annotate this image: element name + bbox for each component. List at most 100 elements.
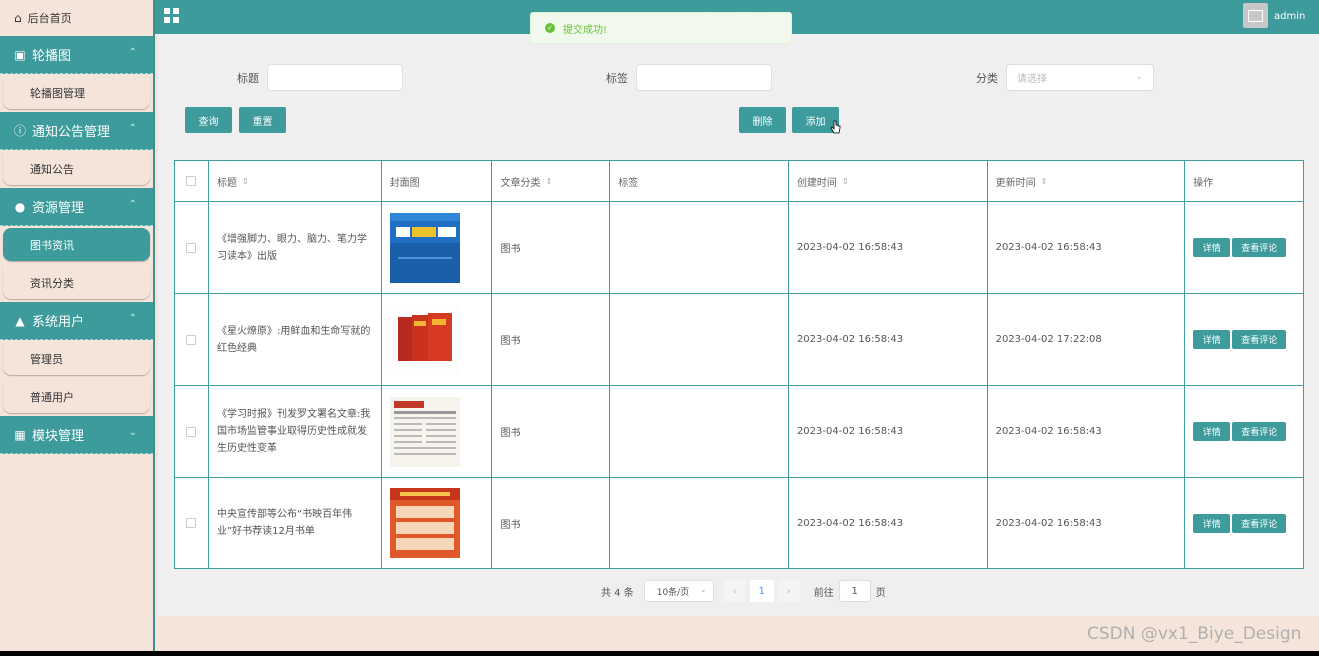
sidebar-group-carousel[interactable]: ▣ 轮播图 ⌃	[0, 36, 153, 74]
chevron-up-icon: ⌃	[128, 313, 137, 324]
row-category: 图书	[500, 244, 521, 255]
page-size-value: 10条/页	[656, 587, 690, 598]
detail-button[interactable]: 详情	[1193, 513, 1231, 533]
detail-button[interactable]: 详情	[1193, 422, 1231, 441]
user-icon: ▲	[15, 313, 25, 328]
check-circle-icon: ✓	[545, 23, 555, 33]
sidebar-group-label: 轮播图	[32, 49, 72, 64]
cover-image	[389, 488, 460, 558]
sidebar-group-notice[interactable]: ⓘ 通知公告管理 ⌃	[0, 112, 153, 150]
sidebar-group-label: 模块管理	[32, 429, 85, 444]
row-checkbox[interactable]	[186, 426, 197, 437]
chevron-down-icon: ⌄	[128, 427, 137, 438]
sidebar-item-carousel-manage[interactable]: 轮播图管理	[3, 76, 150, 109]
query-button[interactable]: 查询	[185, 107, 232, 133]
view-comments-button[interactable]: 查看评论	[1232, 513, 1287, 533]
row-title: 中央宣传部等公布“书映百年伟业”好书荐读12月书单	[216, 509, 353, 537]
grid-icon: ▦	[14, 427, 26, 442]
table-row: 《增强脚力、眼力、脑力、笔力学习读本》出版 图书 2023-04-02 16:5…	[175, 202, 1303, 294]
sidebar-home-label: 后台首页	[27, 12, 72, 25]
sidebar-group-modules[interactable]: ▦ 模块管理 ⌄	[0, 416, 153, 454]
sidebar-group-users[interactable]: ▲ 系统用户 ⌃	[0, 302, 153, 340]
chevron-up-icon: ⌃	[128, 47, 137, 58]
chevron-up-icon: ⌃	[128, 123, 137, 134]
cover-image	[389, 304, 460, 375]
user-name[interactable]: admin	[1274, 11, 1305, 22]
sidebar-group-resources[interactable]: ● 资源管理 ⌃	[0, 188, 153, 226]
category-placeholder: 请选择	[1017, 74, 1047, 85]
row-checkbox[interactable]	[186, 334, 197, 345]
row-checkbox[interactable]	[186, 518, 197, 528]
cover-image	[389, 396, 460, 467]
view-comments-button[interactable]: 查看评论	[1232, 422, 1287, 441]
avatar[interactable]	[1243, 3, 1268, 28]
bulb-icon: ●	[14, 199, 26, 214]
sidebar-item-home[interactable]: ⌂ 后台首页	[0, 0, 153, 36]
row-title: 《学习时报》刊发罗文署名文章:我国市场监管事业取得历史性成就发生历史性变革	[216, 409, 371, 454]
goto-page-input[interactable]: 1	[838, 580, 871, 602]
page-number[interactable]: 1	[749, 580, 774, 602]
success-toast: ✓ 提交成功!	[530, 12, 792, 44]
row-title: 《增强脚力、眼力、脑力、笔力学习读本》出版	[216, 233, 367, 262]
delete-button[interactable]: 删除	[739, 107, 786, 133]
row-created: 2023-04-02 16:58:43	[796, 517, 904, 529]
category-filter-label: 分类	[976, 72, 998, 85]
sidebar-item-book-news[interactable]: 图书资讯	[3, 228, 150, 261]
data-table: 标题 ⇕ 封面图 文章分类 ⇕ 标签 创建时间 ⇕ 更新时间 ⇕ 操作 《增强脚力、眼力…	[174, 160, 1304, 569]
sort-icon[interactable]: ⇕	[545, 177, 552, 186]
sort-icon[interactable]: ⇕	[842, 177, 849, 186]
row-category: 图书	[500, 519, 521, 531]
detail-button[interactable]: 详情	[1193, 238, 1231, 257]
sidebar-item-regular-users[interactable]: 普通用户	[3, 380, 150, 413]
info-icon: ⓘ	[14, 124, 27, 138]
view-comments-button[interactable]: 查看评论	[1232, 330, 1287, 349]
sort-icon[interactable]: ⇕	[242, 177, 249, 186]
title-filter-input[interactable]	[267, 64, 403, 91]
table-header: 标题 ⇕ 封面图 文章分类 ⇕ 标签 创建时间 ⇕ 更新时间 ⇕ 操作	[175, 161, 1303, 202]
header-updated: 更新时间	[995, 177, 1036, 189]
sidebar-item-admins[interactable]: 管理员	[3, 342, 150, 375]
row-title: 《星火燎原》:用鲜血和生命写就的红色经典	[216, 325, 371, 354]
header-category: 文章分类	[500, 177, 541, 189]
page-size-select[interactable]: 10条/页 ⌄	[643, 580, 714, 602]
tag-filter-input[interactable]	[636, 64, 772, 91]
title-filter-label: 标题	[237, 72, 259, 85]
row-updated: 2023-04-02 16:58:43	[995, 426, 1102, 437]
table-row: 《星火燎原》:用鲜血和生命写就的红色经典 图书 2023-04-02 16:58…	[175, 294, 1303, 386]
header-actions: 操作	[1193, 177, 1214, 189]
sidebar-item-news-category[interactable]: 资讯分类	[3, 266, 150, 299]
sidebar: ⌂ 后台首页 ▣ 轮播图 ⌃ 轮播图管理 ⓘ 通知公告管理 ⌃ 通知公告 ● 资…	[0, 0, 155, 651]
sidebar-item-notice[interactable]: 通知公告	[3, 152, 150, 185]
image-icon: ▣	[14, 47, 26, 62]
header-title: 标题	[216, 177, 237, 189]
chevron-left-icon: ‹	[732, 585, 737, 597]
row-created: 2023-04-02 16:58:43	[796, 334, 904, 345]
row-created: 2023-04-02 16:58:43	[796, 242, 904, 253]
sidebar-group-label: 资源管理	[32, 201, 85, 216]
row-updated: 2023-04-02 16:58:43	[995, 242, 1102, 253]
hand-cursor-icon	[830, 120, 841, 134]
sort-icon[interactable]: ⇕	[1041, 177, 1048, 186]
row-updated: 2023-04-02 16:58:43	[995, 517, 1102, 529]
view-comments-button[interactable]: 查看评论	[1232, 238, 1287, 257]
row-checkbox[interactable]	[186, 242, 197, 253]
home-icon: ⌂	[14, 11, 22, 25]
bottom-bar	[0, 651, 1319, 656]
page-suffix: 页	[875, 587, 886, 599]
chevron-down-icon: ⌄	[700, 585, 707, 594]
prev-page-button[interactable]: ‹	[723, 580, 746, 602]
row-category: 图书	[500, 428, 521, 439]
tag-filter-label: 标签	[606, 72, 628, 85]
detail-button[interactable]: 详情	[1193, 330, 1231, 349]
reset-button[interactable]: 重置	[239, 107, 286, 133]
watermark: CSDN @vx1_Biye_Design	[1087, 624, 1302, 644]
category-select[interactable]: 请选择 ⌄	[1006, 64, 1154, 91]
table-row: 中央宣传部等公布“书映百年伟业”好书荐读12月书单 图书 2023-04-02 …	[175, 478, 1303, 568]
main-content: 标题 标签 分类 请选择 ⌄ 查询 重置 删除 添加 标题 ⇕ 封面图 文章分类 ⇕…	[158, 34, 1319, 616]
header-cover: 封面图	[389, 177, 420, 189]
next-page-button[interactable]: ›	[777, 580, 800, 602]
toast-message: 提交成功!	[563, 24, 608, 36]
select-all-checkbox[interactable]	[186, 176, 197, 186]
sidebar-group-label: 通知公告管理	[32, 125, 111, 140]
row-updated: 2023-04-02 17:22:08	[995, 334, 1102, 345]
